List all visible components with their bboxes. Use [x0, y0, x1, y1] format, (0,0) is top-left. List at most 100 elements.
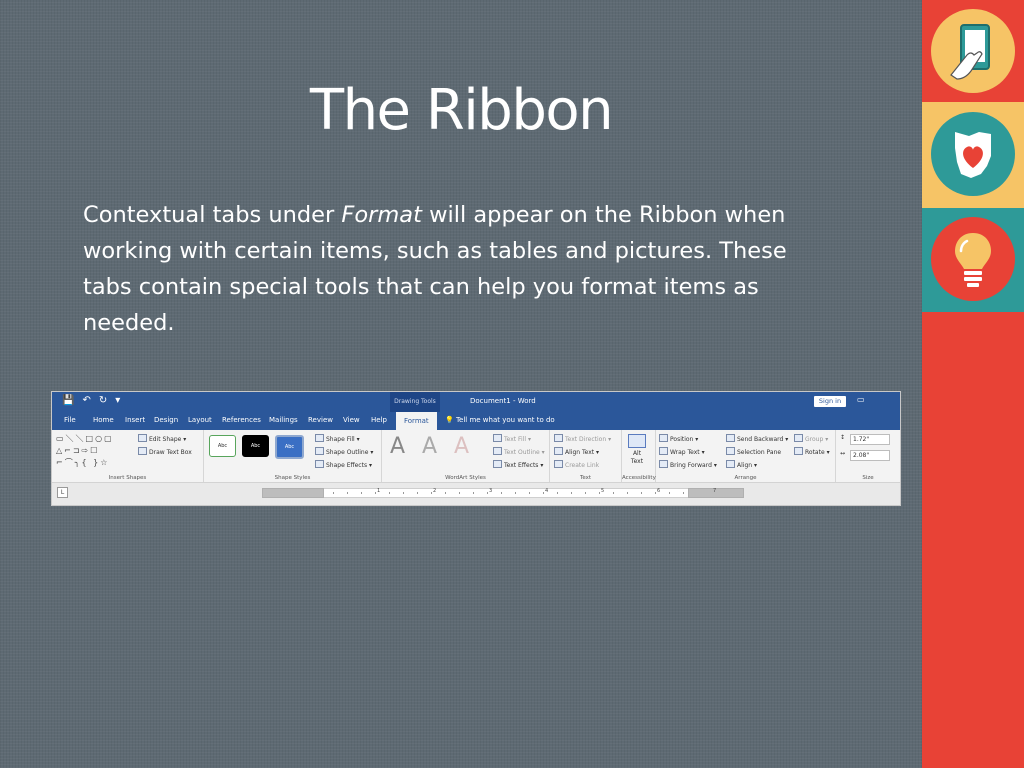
redo-icon[interactable]: ↻ [99, 395, 107, 406]
wordart-style-3[interactable]: A [454, 434, 469, 459]
group-shape-styles: Abc Abc Abc Shape Fill ▾ Shape Outline ▾… [204, 430, 382, 482]
undo-icon[interactable]: ↶ [82, 395, 90, 406]
send-backward-button[interactable]: Send Backward ▾ [726, 434, 788, 443]
link-icon [554, 460, 563, 468]
text-effects-icon [493, 460, 502, 468]
text-effects-button[interactable]: Text Effects ▾ [493, 460, 543, 469]
save-icon[interactable]: 💾 [62, 395, 74, 406]
alt-text-picture-icon [628, 434, 646, 448]
bring-forward-button[interactable]: Bring Forward ▾ [659, 460, 717, 469]
slide: The Ribbon Contextual tabs under Format … [0, 0, 922, 768]
horizontal-ruler: L 1 2 3 4 5 6 7 [52, 482, 900, 505]
tab-references[interactable]: References [222, 416, 261, 424]
group-text: Text Direction ▾ Align Text ▾ Create Lin… [550, 430, 622, 482]
ruler-number: 7 [713, 488, 717, 494]
align-button[interactable]: Align ▾ [726, 460, 757, 469]
bring-forward-icon [659, 460, 668, 468]
group-label-arrange: Arrange [734, 475, 757, 481]
customize-qat-icon[interactable]: ▾ [115, 395, 120, 406]
group-arrange: Position ▾ Wrap Text ▾ Bring Forward ▾ S… [656, 430, 836, 482]
shape-width-icon: ↔ [840, 450, 846, 457]
ohio-heart-icon [931, 112, 1015, 196]
group-wordart-styles: A A A Text Fill ▾ Text Outline ▾ Text Ef… [382, 430, 550, 482]
text-outline-icon [493, 447, 502, 455]
ruler-number: 5 [601, 488, 605, 494]
word-title-bar: 💾 ↶ ↻ ▾ Drawing Tools Document1 - Word S… [52, 392, 900, 412]
window-controls: ▭ [857, 395, 865, 404]
tell-me-search[interactable]: 💡 Tell me what you want to do [445, 416, 555, 424]
shape-height-input[interactable]: 1.72" [850, 434, 890, 445]
ribbon-groups: ▭＼＼□○▢ △⌐⊐⇨☐ ⌐⌒╮{ }☆ Edit Shape ▾ Draw Tex… [52, 430, 900, 482]
selection-pane-button[interactable]: Selection Pane [726, 447, 781, 456]
send-backward-icon [726, 434, 735, 442]
ribbon-display-options-icon[interactable]: ▭ [857, 395, 865, 404]
ruler-number: 1 [377, 488, 381, 494]
ribbon-screenshot: 💾 ↶ ↻ ▾ Drawing Tools Document1 - Word S… [51, 391, 901, 506]
rotate-button[interactable]: Rotate ▾ [794, 447, 830, 456]
position-icon [659, 434, 668, 442]
shape-style-blue[interactable]: Abc [275, 435, 304, 459]
document-title: Document1 - Word [470, 397, 536, 405]
ruler-number: 4 [545, 488, 549, 494]
wrap-text-button[interactable]: Wrap Text ▾ [659, 447, 705, 456]
align-text-button[interactable]: Align Text ▾ [554, 447, 599, 456]
tab-selector-icon[interactable]: L [57, 487, 68, 498]
text-direction-icon [554, 434, 563, 442]
edit-shape-icon [138, 434, 147, 442]
align-text-icon [554, 447, 563, 455]
slide-body-text: Contextual tabs under Format will appear… [83, 197, 823, 341]
selection-pane-icon [726, 447, 735, 455]
paint-bucket-icon [315, 434, 324, 442]
tab-format[interactable]: Format [396, 412, 437, 430]
shape-outline-button[interactable]: Shape Outline ▾ [315, 447, 373, 456]
group-size: ↕ 1.72" ↔ 2.08" Size [836, 430, 900, 482]
group-icon [794, 434, 803, 442]
tab-design[interactable]: Design [154, 416, 178, 424]
create-link-button[interactable]: Create Link [554, 460, 599, 469]
tablet-touch-icon [931, 9, 1015, 93]
lightbulb-icon [931, 217, 1015, 301]
sign-in-button[interactable]: Sign in [814, 396, 846, 407]
tab-view[interactable]: View [343, 416, 360, 424]
quick-access-toolbar: 💾 ↶ ↻ ▾ [62, 395, 120, 406]
shape-effects-button[interactable]: Shape Effects ▾ [315, 460, 372, 469]
draw-text-box-button[interactable]: Draw Text Box [138, 447, 192, 456]
alt-text-button[interactable]: Alt Text [626, 434, 648, 466]
edit-shape-button[interactable]: Edit Shape ▾ [138, 434, 186, 443]
lightbulb-icon: 💡 [445, 416, 456, 424]
wordart-style-1[interactable]: A [390, 434, 405, 459]
body-text-italic-format: Format [341, 202, 422, 228]
ruler-left-margin [262, 488, 324, 498]
text-box-icon [138, 447, 147, 455]
wrap-text-icon [659, 447, 668, 455]
tab-layout[interactable]: Layout [188, 416, 212, 424]
wordart-style-2[interactable]: A [422, 434, 437, 459]
position-button[interactable]: Position ▾ [659, 434, 698, 443]
tell-me-text: Tell me what you want to do [455, 416, 555, 424]
tab-insert[interactable]: Insert [125, 416, 145, 424]
text-direction-button[interactable]: Text Direction ▾ [554, 434, 611, 443]
group-label-text: Text [579, 475, 592, 481]
group-label-insert-shapes: Insert Shapes [108, 475, 147, 481]
group-label-shape-styles: Shape Styles [274, 475, 311, 481]
group-label-wordart-styles: WordArt Styles [445, 475, 486, 481]
slide-title: The Ribbon [309, 78, 614, 143]
text-fill-button[interactable]: Text Fill ▾ [493, 434, 531, 443]
shapes-gallery[interactable]: ▭＼＼□○▢ △⌐⊐⇨☐ ⌐⌒╮{ }☆ [56, 433, 134, 469]
shape-width-input[interactable]: 2.08" [850, 450, 890, 461]
tab-review[interactable]: Review [308, 416, 333, 424]
shape-fill-button[interactable]: Shape Fill ▾ [315, 434, 360, 443]
text-outline-button[interactable]: Text Outline ▾ [493, 447, 545, 456]
drawing-tools-context-label: Drawing Tools [390, 392, 440, 412]
shape-style-black[interactable]: Abc [242, 435, 269, 457]
ruler-track[interactable] [262, 488, 744, 498]
effects-icon [315, 460, 324, 468]
group-button[interactable]: Group ▾ [794, 434, 828, 443]
tab-file[interactable]: File [64, 416, 76, 424]
tab-home[interactable]: Home [93, 416, 114, 424]
shape-style-white[interactable]: Abc [209, 435, 236, 457]
tab-help[interactable]: Help [371, 416, 387, 424]
shape-height-icon: ↕ [840, 434, 846, 441]
tab-mailings[interactable]: Mailings [269, 416, 298, 424]
rotate-icon [794, 447, 803, 455]
